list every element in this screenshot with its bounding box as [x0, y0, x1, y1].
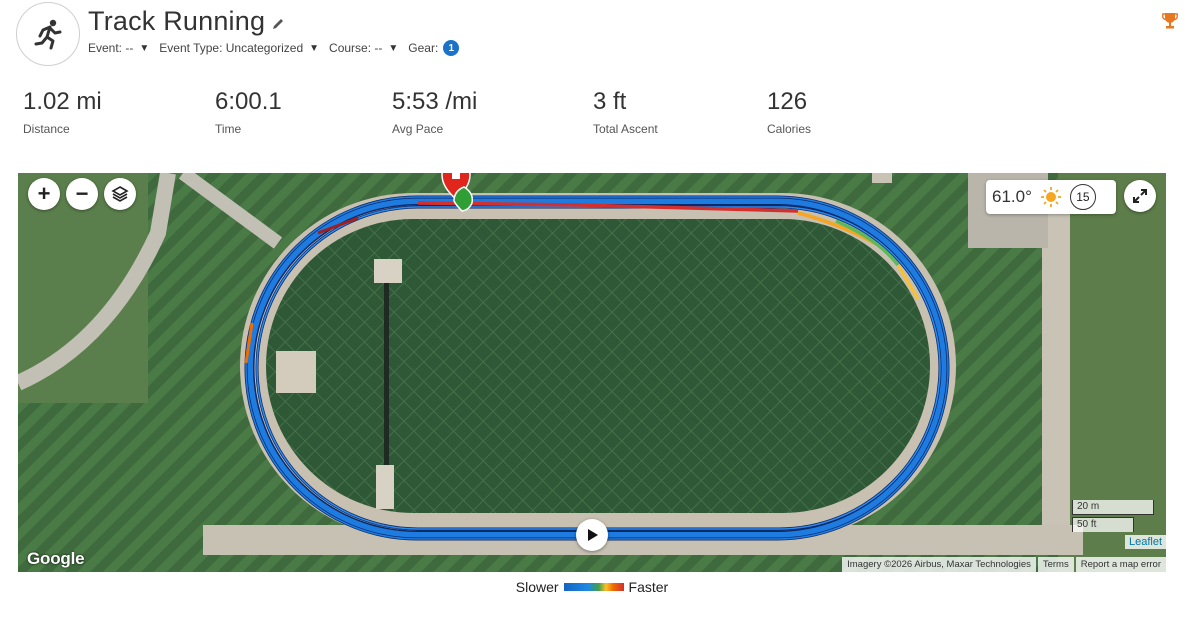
terms-link[interactable]: Terms	[1037, 557, 1074, 572]
report-map-error-link[interactable]: Report a map error	[1075, 557, 1166, 572]
stat-total-ascent: 3 ft Total Ascent	[593, 88, 658, 136]
stat-calories: 126 Calories	[767, 88, 811, 136]
scale-bar-imperial: 50 ft	[1072, 517, 1134, 532]
pace-gradient-bar	[563, 583, 624, 591]
course-label: Course: --	[329, 41, 383, 55]
event-label: Event: --	[88, 41, 134, 55]
stat-value: 5:53 /mi	[392, 88, 478, 115]
weather-widget: 61.0° 15	[986, 180, 1116, 214]
activity-title[interactable]: Track Running	[88, 6, 265, 37]
stat-distance: 1.02 mi Distance	[23, 88, 102, 136]
stat-time: 6:00.1 Time	[215, 88, 282, 136]
zoom-out-icon: −	[75, 181, 89, 206]
running-activity-icon	[16, 2, 80, 66]
wind-speed: 15	[1076, 190, 1090, 204]
scale-imperial-label: 50 ft	[1077, 519, 1097, 530]
pencil-edit-icon[interactable]	[271, 17, 285, 31]
google-logo: Google	[27, 549, 85, 568]
gear-label: Gear:	[408, 41, 439, 55]
zoom-out-button[interactable]: −	[66, 178, 98, 210]
event-type-dropdown[interactable]: Event Type: Uncategorized ▼	[159, 41, 319, 55]
imagery-attribution: Imagery ©2026 Airbus, Maxar Technologies	[842, 557, 1036, 572]
activity-header: Track Running Event: -- ▼ Event Type: Un…	[16, 2, 1186, 68]
layers-button[interactable]	[104, 178, 136, 210]
trophy-icon[interactable]	[1162, 12, 1178, 35]
stat-avg-pace: 5:53 /mi Avg Pace	[392, 88, 477, 136]
stat-label: Total Ascent	[593, 122, 658, 136]
sun-icon	[1040, 187, 1061, 207]
temperature: 61.0°	[992, 187, 1032, 206]
map-attribution: Imagery ©2026 Airbus, Maxar Technologies…	[840, 557, 1166, 572]
scale-bar-metric: 20 m	[1072, 500, 1154, 515]
event-type-label: Event Type: Uncategorized	[159, 41, 304, 55]
legend-slower-label: Slower	[515, 579, 559, 595]
event-dropdown[interactable]: Event: -- ▼	[88, 41, 149, 55]
wind-indicator: 15	[1069, 184, 1096, 210]
playback-button[interactable]	[576, 519, 608, 551]
fullscreen-button[interactable]	[1124, 180, 1156, 212]
gear-count-badge[interactable]: 1	[443, 40, 460, 56]
layers-icon	[111, 186, 129, 202]
route-map[interactable]: + − 61.0° 15 20 m 50 ft Leaflet Google I…	[18, 173, 1166, 572]
activity-stats: 1.02 mi Distance 6:00.1 Time 5:53 /mi Av…	[23, 88, 923, 140]
stat-label: Avg Pace	[392, 122, 444, 136]
scale-metric-label: 20 m	[1077, 501, 1100, 512]
stat-label: Distance	[23, 122, 70, 136]
play-icon	[588, 529, 598, 541]
course-dropdown[interactable]: Course: -- ▼	[329, 41, 398, 55]
chevron-down-icon: ▼	[309, 42, 320, 54]
stat-label: Calories	[767, 122, 812, 136]
chevron-down-icon: ▼	[388, 42, 399, 54]
legend-faster-label: Faster	[628, 579, 669, 595]
stat-value: 1.02 mi	[23, 88, 102, 115]
stat-value: 3 ft	[593, 88, 627, 115]
pace-legend: Slower Faster	[0, 579, 1184, 595]
expand-icon	[1133, 189, 1147, 203]
leaflet-link[interactable]: Leaflet	[1124, 535, 1166, 549]
chevron-down-icon: ▼	[139, 42, 150, 54]
stat-value: 126	[767, 88, 808, 115]
zoom-in-icon: +	[37, 181, 51, 206]
satellite-imagery	[18, 173, 1166, 572]
stat-value: 6:00.1	[215, 88, 282, 115]
gear-selector[interactable]: Gear: 1	[408, 40, 460, 56]
stat-label: Time	[215, 122, 242, 136]
zoom-in-button[interactable]: +	[28, 178, 60, 210]
